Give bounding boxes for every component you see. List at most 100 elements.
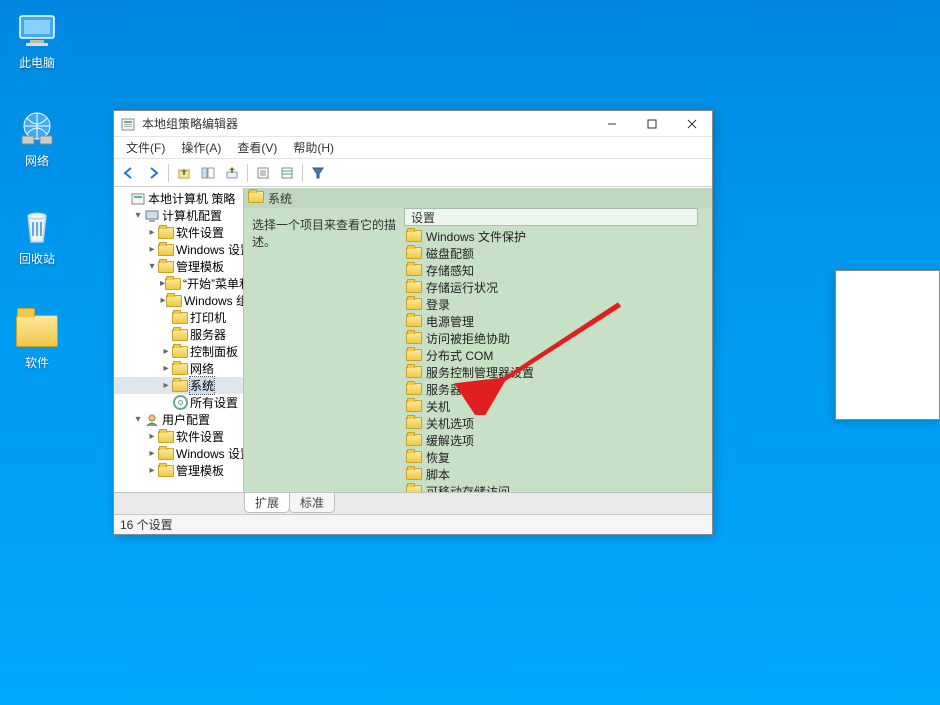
folder-icon [172, 311, 188, 325]
expand-icon[interactable]: ▾ [132, 210, 144, 221]
desktop-icon-software[interactable]: 软件 [2, 310, 72, 371]
tb-back[interactable] [118, 162, 140, 184]
expand-icon[interactable]: ▸ [160, 363, 172, 374]
tree-node-label: Windows 组件 [184, 292, 244, 309]
menu-view[interactable]: 查看(V) [229, 137, 285, 158]
list-item[interactable]: 脚本 [404, 466, 712, 483]
tree-node[interactable]: ▸ Windows 设置 [114, 241, 244, 258]
list-item-label: 缓解选项 [426, 432, 474, 449]
details-header-text: 系统 [268, 190, 292, 207]
tree-node[interactable]: 打印机 [114, 309, 244, 326]
list-item[interactable]: 登录 [404, 296, 712, 313]
folder-icon [172, 379, 188, 393]
tb-properties[interactable] [252, 162, 274, 184]
titlebar[interactable]: 本地组策略编辑器 [114, 111, 712, 137]
tree-node-label: 用户配置 [162, 411, 210, 428]
tree-node[interactable]: ▸网络 [114, 360, 244, 377]
folder-icon [406, 366, 422, 380]
tree-node-label: 控制面板 [190, 343, 238, 360]
separator [168, 164, 169, 182]
list-item[interactable]: 关机 [404, 398, 712, 415]
list-item[interactable]: 缓解选项 [404, 432, 712, 449]
list-item[interactable]: 访问被拒绝协助 [404, 330, 712, 347]
folder-icon [158, 430, 174, 444]
tree-node[interactable]: ▸管理模板 [114, 462, 244, 479]
tab-standard[interactable]: 标准 [289, 493, 335, 513]
list-item[interactable]: 电源管理 [404, 313, 712, 330]
list-item-label: Windows 文件保护 [426, 228, 526, 245]
list-item[interactable]: 存储运行状况 [404, 279, 712, 296]
column-header-setting[interactable]: 设置 [404, 208, 698, 226]
tree-pane[interactable]: 本地计算机 策略▾计算机配置 ▸ 软件设置 ▸ Windows 设置▾管理模板▸“开始”… [114, 188, 244, 492]
list-item-label: 存储感知 [426, 262, 474, 279]
folder-icon [172, 345, 188, 359]
desktop-icon-network[interactable]: 网络 [2, 108, 72, 169]
desktop-icon-label: 软件 [2, 354, 72, 371]
expand-icon[interactable]: ▸ [146, 244, 158, 255]
tree-node-label: Windows 设置 [176, 241, 244, 258]
list-item[interactable]: 服务器管理器 [404, 381, 712, 398]
toolbar [114, 159, 712, 187]
desktop-icon-this-pc[interactable]: 此电脑 [2, 10, 72, 71]
expand-icon[interactable]: ▸ [146, 448, 158, 459]
list-item[interactable]: 分布式 COM [404, 347, 712, 364]
expand-icon[interactable]: ▸ [146, 465, 158, 476]
folder-icon [158, 243, 174, 257]
list-item[interactable]: 磁盘配额 [404, 245, 712, 262]
desktop-icon-recycle-bin[interactable]: 回收站 [2, 206, 72, 267]
tree-node[interactable]: 本地计算机 策略 [114, 190, 244, 207]
tree-node[interactable]: ▸软件设置 [114, 428, 244, 445]
tree-node[interactable]: ▸Windows 设置 [114, 445, 244, 462]
description-hint: 选择一个项目来查看它的描述。 [252, 218, 396, 249]
tb-refresh[interactable] [276, 162, 298, 184]
tree-node[interactable]: ▾ 用户配置 [114, 411, 244, 428]
menu-help[interactable]: 帮助(H) [285, 137, 342, 158]
tree-node[interactable]: ▸系统 [114, 377, 244, 394]
folder-icon [166, 294, 182, 308]
tree-node[interactable]: 服务器 [114, 326, 244, 343]
folder-icon [406, 349, 422, 363]
minimize-button[interactable] [592, 111, 632, 137]
menubar: 文件(F) 操作(A) 查看(V) 帮助(H) [114, 137, 712, 159]
list-item[interactable]: 关机选项 [404, 415, 712, 432]
tb-forward[interactable] [142, 162, 164, 184]
tab-extended[interactable]: 扩展 [244, 493, 290, 513]
recycle-bin-icon [16, 206, 58, 248]
tb-show-hide-tree[interactable] [197, 162, 219, 184]
folder-icon [406, 400, 422, 414]
tree-node-label: 软件设置 [176, 224, 224, 241]
tree-node[interactable]: 所有设置 [114, 394, 244, 411]
expand-icon[interactable]: ▾ [146, 261, 158, 272]
status-text: 16 个设置 [120, 516, 173, 533]
expand-icon[interactable]: ▸ [146, 227, 158, 238]
list-item[interactable]: Windows 文件保护 [404, 228, 712, 245]
items-list[interactable]: Windows 文件保护磁盘配额存储感知存储运行状况登录电源管理访问被拒绝协助分… [404, 228, 712, 492]
expand-icon[interactable]: ▸ [160, 346, 172, 357]
list-item-label: 关机选项 [426, 415, 474, 432]
list-item[interactable]: 恢复 [404, 449, 712, 466]
tb-up[interactable] [173, 162, 195, 184]
list-item[interactable]: 服务控制管理器设置 [404, 364, 712, 381]
tree-node[interactable]: ▸ 软件设置 [114, 224, 244, 241]
list-item[interactable]: 存储感知 [404, 262, 712, 279]
expand-icon[interactable]: ▾ [132, 414, 144, 425]
app-icon [120, 116, 136, 132]
tree-node[interactable]: ▾计算机配置 [114, 207, 244, 224]
menu-action[interactable]: 操作(A) [173, 137, 229, 158]
maximize-button[interactable] [632, 111, 672, 137]
tree-node[interactable]: ▾管理模板 [114, 258, 244, 275]
list-item[interactable]: 可移动存储访问 [404, 483, 712, 492]
tree-node[interactable]: ▸“开始”菜单和任务栏 [114, 275, 244, 292]
tree-node[interactable]: ▸Windows 组件 [114, 292, 244, 309]
computer-icon [144, 209, 160, 223]
tree-node[interactable]: ▸ 控制面板 [114, 343, 244, 360]
list-pane: 设置 Windows 文件保护磁盘配额存储感知存储运行状况登录电源管理访问被拒绝… [404, 208, 712, 492]
expand-icon[interactable]: ▸ [160, 380, 172, 391]
tb-export-list[interactable] [221, 162, 243, 184]
folder-icon [158, 464, 174, 478]
close-button[interactable] [672, 111, 712, 137]
expand-icon[interactable]: ▸ [146, 431, 158, 442]
menu-file[interactable]: 文件(F) [118, 137, 173, 158]
tb-filter[interactable] [307, 162, 329, 184]
list-item-label: 服务器管理器 [426, 381, 498, 398]
